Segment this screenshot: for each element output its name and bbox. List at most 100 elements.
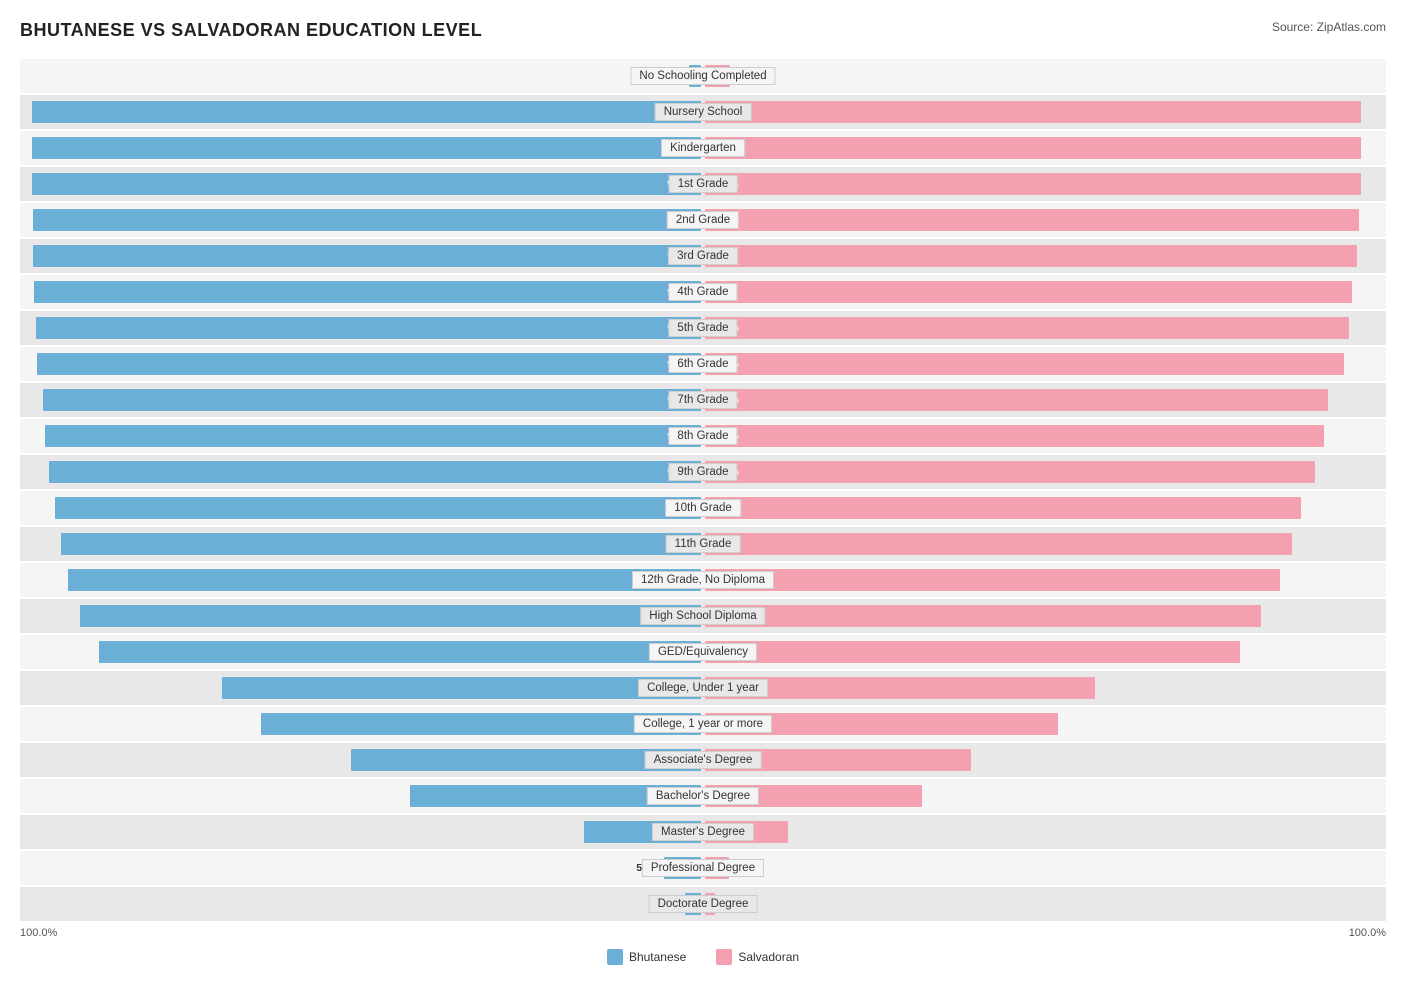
left-section: 98.1% — [20, 203, 703, 237]
pink-bar: 84.5% — [705, 569, 1280, 591]
axis-left: 100.0% — [20, 927, 57, 939]
bar-wrapper-right: 12.2% — [705, 815, 1386, 849]
row-container: 97.7% 5th Grade 94.6% — [20, 311, 1386, 345]
blue-bar: 94% — [61, 533, 701, 555]
bar-row: 70.3% College, Under 1 year 57.3% — [20, 671, 1386, 705]
center-label: Doctorate Degree — [649, 895, 758, 913]
bar-row: 94% 11th Grade 86.2% — [20, 527, 1386, 561]
bar-wrapper-left: 1.8% — [20, 59, 701, 93]
bar-row: 17.2% Master's Degree 12.2% — [20, 815, 1386, 849]
center-label: 3rd Grade — [668, 247, 738, 265]
blue-bar: 91.2% — [80, 605, 701, 627]
left-section: 88.4% — [20, 635, 703, 669]
left-section: 17.2% — [20, 815, 703, 849]
center-label: 11th Grade — [666, 535, 741, 553]
blue-bar: 96.6% — [43, 389, 701, 411]
bar-wrapper-right: 86.2% — [705, 527, 1386, 561]
left-section: 94.9% — [20, 491, 703, 525]
row-container: 64.6% College, 1 year or more 51.8% — [20, 707, 1386, 741]
blue-bar: 98.1% — [33, 245, 701, 267]
row-container: 98.2% Kindergarten 96.3% — [20, 131, 1386, 165]
bar-row: 64.6% College, 1 year or more 51.8% — [20, 707, 1386, 741]
bar-wrapper-left: 98.1% — [20, 203, 701, 237]
right-section: 96.4% — [703, 95, 1386, 129]
right-section: 51.8% — [703, 707, 1386, 741]
blue-bar: 95.7% — [49, 461, 701, 483]
pink-bar: 96.4% — [705, 101, 1361, 123]
bar-row: 98.1% 3rd Grade 95.7% — [20, 239, 1386, 273]
blue-bar: 98.2% — [32, 137, 701, 159]
center-label: Associate's Degree — [645, 751, 762, 769]
pink-bar: 78.6% — [705, 641, 1240, 663]
right-section: 39% — [703, 743, 1386, 777]
blue-bar: 70.3% — [222, 677, 701, 699]
bar-wrapper-left: 97.5% — [20, 347, 701, 381]
pink-bar: 93.9% — [705, 353, 1344, 375]
right-section: 94.6% — [703, 311, 1386, 345]
left-section: 94% — [20, 527, 703, 561]
blue-bar: 97.7% — [36, 317, 701, 339]
left-section: 91.2% — [20, 599, 703, 633]
bar-wrapper-left: 64.6% — [20, 707, 701, 741]
right-section: 96.3% — [703, 167, 1386, 201]
left-section: 98.2% — [20, 95, 703, 129]
blue-bar: 98.2% — [32, 173, 701, 195]
left-section: 51.4% — [20, 743, 703, 777]
bar-wrapper-left: 97.9% — [20, 275, 701, 309]
center-label: High School Diploma — [640, 607, 765, 625]
bar-wrapper-left: 93% — [20, 563, 701, 597]
bar-wrapper-right: 90.9% — [705, 419, 1386, 453]
bar-wrapper-right: 96.3% — [705, 167, 1386, 201]
bar-row: 94.9% 10th Grade 87.5% — [20, 491, 1386, 525]
bar-row: 96.4% 8th Grade 90.9% — [20, 419, 1386, 453]
row-container: 97.5% 6th Grade 93.9% — [20, 347, 1386, 381]
left-section: 2.3% — [20, 887, 703, 921]
bar-wrapper-right: 95% — [705, 275, 1386, 309]
bar-row: 42.7% Bachelor's Degree 31.8% — [20, 779, 1386, 813]
right-section: 89.6% — [703, 455, 1386, 489]
center-label: Kindergarten — [661, 139, 745, 157]
bar-wrapper-right: 3.7% — [705, 59, 1386, 93]
row-container: 97.9% 4th Grade 95% — [20, 275, 1386, 309]
center-label: Bachelor's Degree — [647, 787, 759, 805]
bar-wrapper-left: 98.2% — [20, 167, 701, 201]
left-section: 97.9% — [20, 275, 703, 309]
pink-bar: 91.5% — [705, 389, 1328, 411]
chart-title: BHUTANESE VS SALVADORAN EDUCATION LEVEL — [20, 20, 482, 41]
right-section: 84.5% — [703, 563, 1386, 597]
right-section: 81.7% — [703, 599, 1386, 633]
bar-row: 91.2% High School Diploma 81.7% — [20, 599, 1386, 633]
left-section: 70.3% — [20, 671, 703, 705]
bar-row: 98.2% Kindergarten 96.3% — [20, 131, 1386, 165]
bar-wrapper-left: 91.2% — [20, 599, 701, 633]
left-section: 42.7% — [20, 779, 703, 813]
blue-bar: 97.5% — [37, 353, 701, 375]
center-label: GED/Equivalency — [649, 643, 757, 661]
left-section: 98.1% — [20, 239, 703, 273]
row-container: 42.7% Bachelor's Degree 31.8% — [20, 779, 1386, 813]
axis-labels: 100.0% 100.0% — [20, 927, 1386, 939]
bar-row: 93% 12th Grade, No Diploma 84.5% — [20, 563, 1386, 597]
bar-wrapper-left: 98.2% — [20, 95, 701, 129]
right-section: 3.5% — [703, 851, 1386, 885]
bar-row: 5.4% Professional Degree 3.5% — [20, 851, 1386, 885]
right-section: 1.5% — [703, 887, 1386, 921]
bar-wrapper-right: 3.5% — [705, 851, 1386, 885]
row-container: 95.7% 9th Grade 89.6% — [20, 455, 1386, 489]
left-section: 64.6% — [20, 707, 703, 741]
bar-row: 2.3% Doctorate Degree 1.5% — [20, 887, 1386, 921]
bar-wrapper-left: 98.2% — [20, 131, 701, 165]
pink-bar: 95.7% — [705, 245, 1357, 267]
bar-row: 97.5% 6th Grade 93.9% — [20, 347, 1386, 381]
left-section: 1.8% — [20, 59, 703, 93]
bar-row: 96.6% 7th Grade 91.5% — [20, 383, 1386, 417]
bar-row: 98.2% Nursery School 96.4% — [20, 95, 1386, 129]
chart-source: Source: ZipAtlas.com — [1272, 20, 1386, 34]
right-section: 87.5% — [703, 491, 1386, 525]
blue-bar: 88.4% — [99, 641, 701, 663]
row-container: 88.4% GED/Equivalency 78.6% — [20, 635, 1386, 669]
pink-bar: 87.5% — [705, 497, 1301, 519]
blue-bar: 93% — [68, 569, 701, 591]
pink-bar: 96.3% — [705, 137, 1361, 159]
bar-wrapper-right: 57.3% — [705, 671, 1386, 705]
